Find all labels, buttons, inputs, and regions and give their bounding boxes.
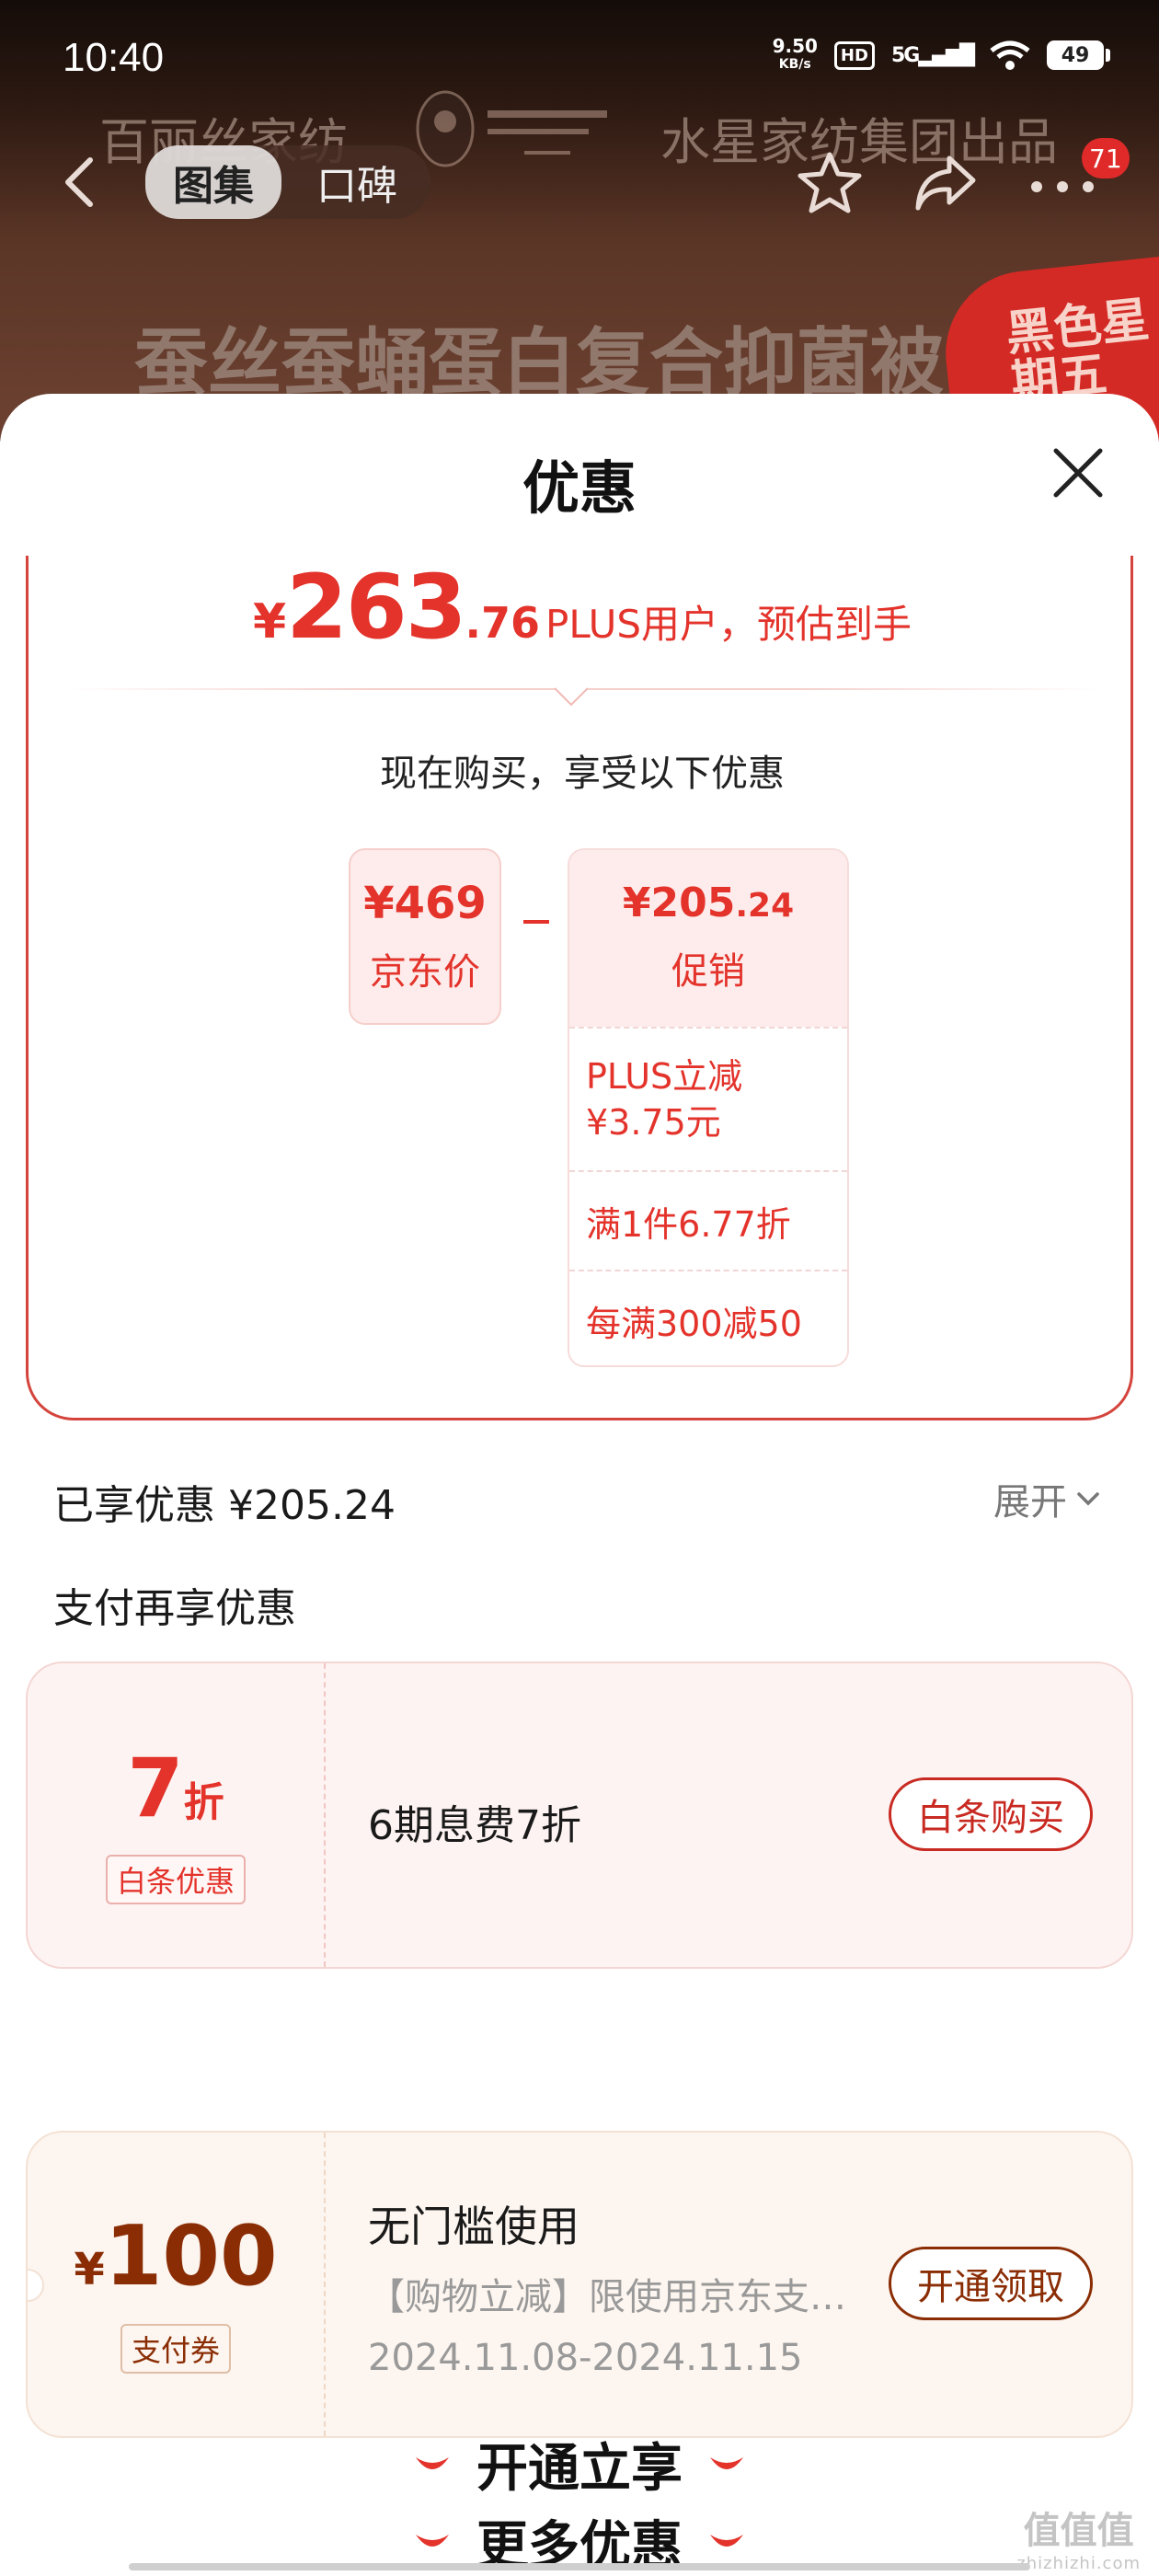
net-speed-value: 9.50 [772,35,818,57]
promo-value-decimal: .24 [735,887,795,925]
promo-box: ¥205.24 促销 PLUS立减 ¥3.75元 满1件6.77折 每满300减5… [568,848,849,1367]
promo-item-discount: 满1件6.77折 [569,1170,847,1270]
baitiao-desc: 6期息费7折 [368,1802,581,1849]
payment-coupon-tag: 支付券 [120,2324,232,2374]
share-icon[interactable] [912,151,979,215]
jd-price-box: ¥469 京东价 [349,848,501,1025]
claim-coupon-button[interactable]: 开通领取 [889,2247,1093,2320]
smile-right-icon [710,2456,743,2469]
promo-item-plus-line1: PLUS立减 [586,1056,743,1097]
baitiao-discount-amount: 7 [127,1741,184,1835]
coupon-separator [324,1663,326,1967]
smile-right-icon [710,2534,743,2547]
wifi-icon [990,40,1030,70]
smile-left-icon [416,2534,449,2547]
discount-sheet: 优惠 ¥263.76 PLUS用户，预估到手 现在购买，享受以下优惠 ¥469 京… [0,394,1159,2576]
promo-item-threshold: 每满300减50 [569,1270,847,1365]
net-speed-unit: KB/s [778,57,811,72]
sheet-title: 优惠 [522,454,637,522]
saved-amount: 已享优惠 ¥205.24 [53,1482,396,1529]
payment-coupon-yen: ¥ [74,2244,105,2295]
watermark-sub: zhizhizhi.com [1016,2554,1141,2573]
pay-section-title: 支付再享优惠 [53,1585,296,1632]
estimated-price-yen: ¥ [252,594,287,650]
price-breakdown-card: ¥263.76 PLUS用户，预估到手 现在购买，享受以下优惠 ¥469 京东价 … [26,556,1133,1420]
tab-gallery[interactable]: 图集 [145,145,281,219]
close-icon[interactable] [1050,445,1106,500]
smile-left-icon [416,2456,449,2469]
promo-item-plus-line2: ¥3.75元 [586,1102,721,1143]
promo-item-plus: PLUS立减 ¥3.75元 [569,1027,847,1170]
brand-logo-icon [416,90,607,167]
baitiao-tag: 白条优惠 [105,1855,247,1904]
divider-notch-icon [555,687,588,707]
baitiao-discount-unit: 折 [183,1779,224,1826]
minus-sign [523,920,549,924]
watermark: 值值值 zhizhizhi.com [1016,2501,1141,2573]
coupon-left: 7折 白条优惠 [28,1663,324,1967]
chevron-down-icon [1077,1492,1099,1506]
payment-coupon-date: 2024.11.08-2024.11.15 [368,2337,803,2379]
expand-toggle[interactable]: 展开 [993,1472,1100,1525]
estimated-price: ¥263.76 PLUS用户，预估到手 [29,556,1136,659]
gallery-tabs: 图集 口碑 [145,145,430,219]
battery-icon: 49 [1047,40,1110,70]
estimated-price-integer: 263 [286,556,466,659]
status-icons: 9.50 KB/s HD 5G▂▄▆█ 49 [773,37,1110,74]
status-time: 10:40 [63,35,165,80]
promo-value: ¥205.24 [569,850,847,926]
jd-price-value: ¥469 [363,878,487,929]
back-arrow-icon[interactable] [57,155,103,210]
tab-reviews[interactable]: 口碑 [316,153,397,212]
net-speed: 9.50 KB/s [773,37,818,74]
payment-coupon-amount: ¥100 [28,2208,324,2305]
open-section-title: 开通立享 [0,2427,1159,2501]
estimated-price-note: PLUS用户，预估到手 [545,602,912,647]
baitiao-discount: 7折 [28,1741,324,1835]
promo-header: ¥205.24 促销 [569,850,847,1027]
favorite-star-icon[interactable] [797,149,863,215]
home-indicator [129,2563,1030,2570]
baitiao-coupon: 7折 白条优惠 6期息费7折 白条购买 [26,1662,1133,1969]
more-dots-icon[interactable] [1030,180,1095,193]
promo-label: 促销 [671,950,745,993]
estimated-price-decimal: .76 [465,598,541,648]
payment-coupon: ¥100 支付券 无门槛使用 【购物立减】限使用京东支… 2024.11.08-… [26,2131,1133,2438]
payment-coupon-desc: 【购物立减】限使用京东支… [368,2276,846,2318]
open-section-label: 开通立享 [476,2439,683,2499]
coupon-separator [324,2133,326,2436]
signal-icon: 5G▂▄▆█ [890,43,975,67]
payment-coupon-value: 100 [104,2208,278,2305]
promo-value-main: ¥205 [622,880,736,926]
watermark-main: 值值值 [1023,2510,1134,2552]
coupon-left: ¥100 支付券 [28,2133,324,2436]
baitiao-buy-button[interactable]: 白条购买 [889,1777,1093,1851]
notification-badge: 71 [1082,138,1130,178]
buy-now-text: 现在购买，享受以下优惠 [380,753,785,795]
expand-label: 展开 [993,1481,1067,1524]
jd-price-label: 京东价 [370,951,480,994]
hd-icon: HD [833,40,875,70]
product-page-backdrop: 10:40 9.50 KB/s HD 5G▂▄▆█ 49 百丽丝家纺 水星家纺集… [0,0,1159,442]
black-friday-badge-text: 黑色星期五 [1003,292,1153,412]
signal-label: 5G [890,43,920,67]
payment-coupon-title: 无门槛使用 [368,2202,580,2251]
